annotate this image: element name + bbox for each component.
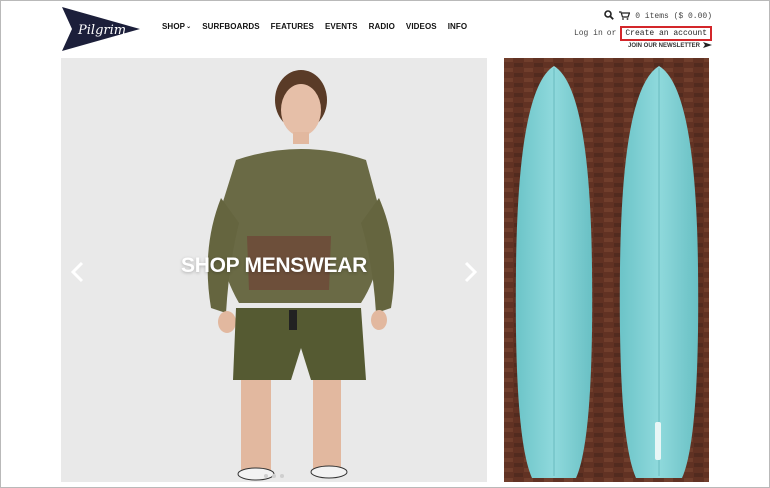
- pilgrim-logo[interactable]: Pilgrim: [60, 7, 140, 51]
- login-link[interactable]: Log in: [574, 29, 603, 38]
- chevron-down-icon: ⌄: [186, 24, 192, 30]
- chevron-left-icon[interactable]: [69, 260, 87, 284]
- chevron-right-icon[interactable]: [461, 260, 479, 284]
- nav-videos[interactable]: VIDEOS: [406, 22, 437, 31]
- slider-dots: [264, 474, 284, 478]
- nav-radio[interactable]: RADIO: [369, 22, 395, 31]
- cart-summary[interactable]: 0 items ($ 0.00): [635, 12, 712, 21]
- nav-shop[interactable]: SHOP⌄: [162, 22, 191, 31]
- surfboards-feature-image[interactable]: [504, 58, 709, 482]
- main-nav: SHOP⌄ SURFBOARDS FEATURES EVENTS RADIO V…: [162, 22, 478, 31]
- cart-icon[interactable]: [619, 10, 631, 23]
- header-utilities: 0 items ($ 0.00) Log in or Create an acc…: [574, 10, 712, 50]
- hero-caption[interactable]: SHOP MENSWEAR: [61, 254, 487, 278]
- search-icon[interactable]: [604, 10, 615, 23]
- nav-events[interactable]: EVENTS: [325, 22, 358, 31]
- nav-shop-label: SHOP: [162, 22, 186, 31]
- hero-slider[interactable]: SHOP MENSWEAR: [61, 58, 487, 482]
- slider-dot[interactable]: [272, 474, 276, 478]
- logo-text: Pilgrim: [77, 23, 126, 38]
- or-text: or: [606, 29, 617, 38]
- slider-dot[interactable]: [280, 474, 284, 478]
- nav-info[interactable]: INFO: [448, 22, 468, 31]
- paper-plane-icon: [703, 42, 712, 50]
- slider-dot[interactable]: [264, 474, 268, 478]
- create-account-link[interactable]: Create an account: [620, 26, 712, 41]
- newsletter-link[interactable]: JOIN OUR NEWSLETTER: [574, 42, 712, 50]
- nav-surfboards[interactable]: SURFBOARDS: [202, 22, 259, 31]
- newsletter-label: JOIN OUR NEWSLETTER: [627, 43, 700, 49]
- nav-features[interactable]: FEATURES: [271, 22, 314, 31]
